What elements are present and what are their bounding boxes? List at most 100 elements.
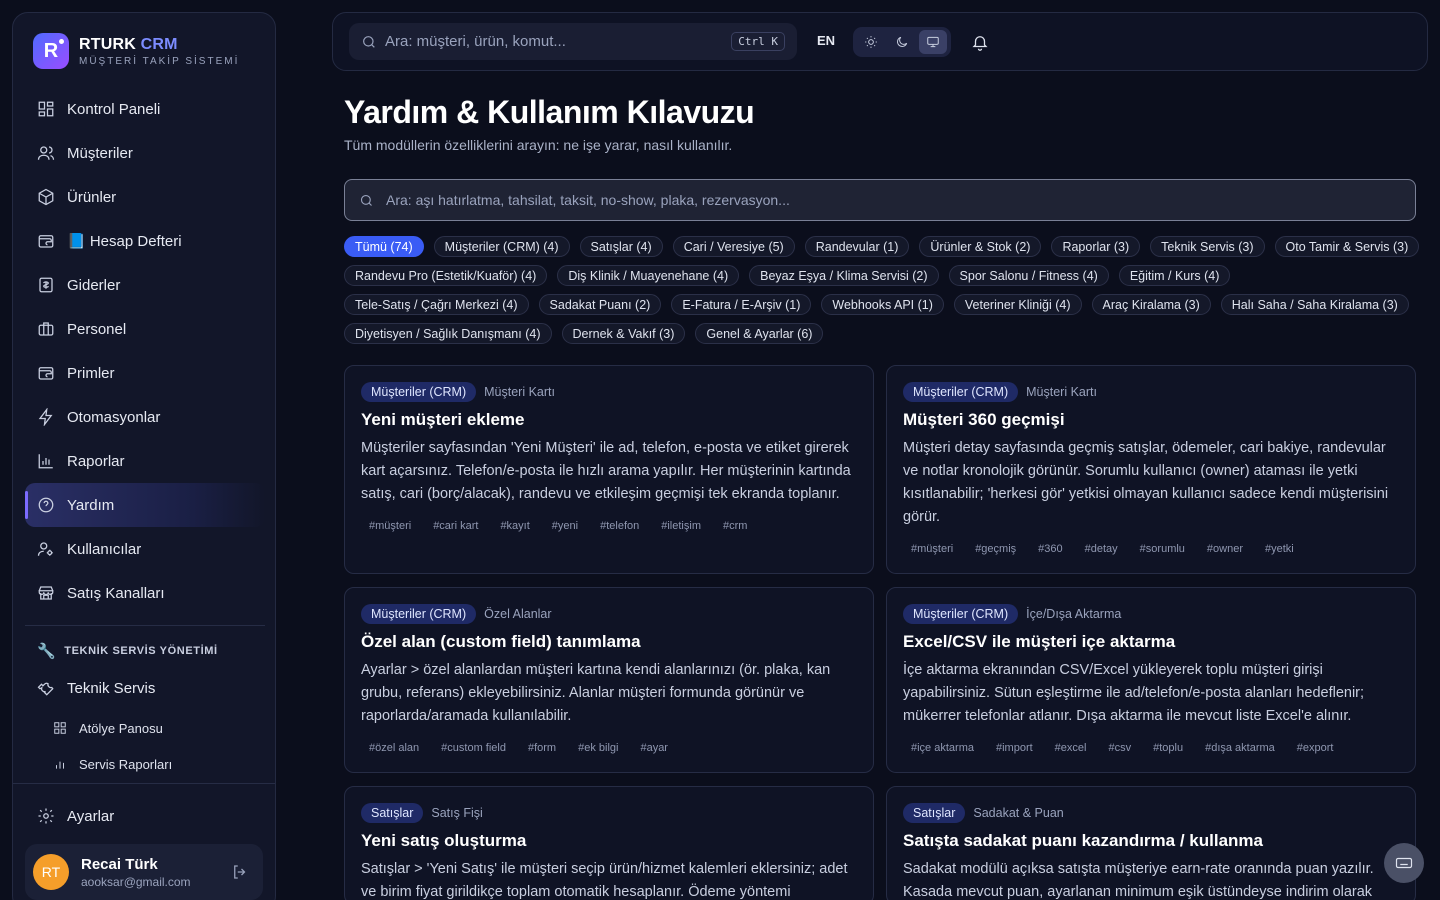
search-icon [360,194,372,206]
wrench-icon: 🔧 [37,643,57,660]
sidebar-item-bonuses[interactable]: Primler [25,351,265,395]
bell-icon[interactable] [971,33,989,51]
card-description: Müşteriler sayfasından 'Yeni Müşteri' il… [361,440,851,502]
filter-chip[interactable]: Teknik Servis (3) [1150,236,1265,257]
avatar: RT [33,854,69,890]
filter-chip[interactable]: Ürünler & Stok (2) [919,236,1042,257]
filter-chip[interactable]: Diş Klinik / Muayenehane (4) [557,265,740,286]
card-subcategory: Satış Fişi [431,806,483,820]
monitor-icon [926,36,939,48]
sidebar-item-technical-service[interactable]: Teknik Servis [25,666,265,710]
sidebar: R RTURK CRM MÜŞTERİ TAKİP SİSTEMİ Kontro… [12,12,276,900]
category-badge: Müşteriler (CRM) [361,604,477,624]
sidebar-item-staff[interactable]: Personel [25,307,265,351]
sidebar-item-expenses[interactable]: Giderler [25,263,265,307]
filter-chip[interactable]: Dernek & Vakıf (3) [561,323,686,344]
tag: #detay [1084,543,1118,555]
tag: #excel [1054,742,1087,754]
filter-chip[interactable]: Beyaz Eşya / Klima Servisi (2) [749,265,939,286]
tag: #toplu [1153,742,1184,754]
theme-light-button[interactable] [857,30,885,54]
tag: #iletişim [661,520,701,532]
language-toggle[interactable]: EN [817,33,835,48]
sidebar-item-sales-channels[interactable]: Satış Kanalları [25,571,265,615]
help-card[interactable]: Müşteriler (CRM) İçe/Dışa Aktarma Excel/… [886,587,1416,773]
tag: #sorumlu [1139,543,1185,555]
filter-chip[interactable]: Spor Salonu / Fitness (4) [948,265,1109,286]
filter-chip[interactable]: Diyetisyen / Sağlık Danışmanı (4) [344,323,552,344]
filter-chip[interactable]: Randevular (1) [804,236,910,257]
filter-chip[interactable]: Oto Tamir & Servis (3) [1274,236,1420,257]
filter-chip[interactable]: Sadakat Puanı (2) [538,294,662,315]
page-subtitle: Tüm modüllerin özelliklerini arayın: ne … [344,137,733,153]
sidebar-item-customers[interactable]: Müşteriler [25,131,265,175]
sidebar-item-ledger[interactable]: 📘 Hesap Defteri [25,219,265,263]
filter-chip[interactable]: Halı Saha / Saha Kiralama (3) [1220,294,1409,315]
filter-chip[interactable]: Araç Kiralama (3) [1091,294,1211,315]
wallet-icon [38,235,54,248]
global-search[interactable]: Ctrl K [349,23,797,60]
filter-chip[interactable]: Webhooks API (1) [821,294,944,315]
dashboard-icon [38,101,54,117]
filter-chip[interactable]: Müşteriler (CRM) (4) [433,236,570,257]
keyboard-shortcuts-button[interactable] [1384,843,1424,883]
help-card[interactable]: Müşteriler (CRM) Özel Alanlar Özel alan … [344,587,874,773]
filter-chip[interactable]: Eğitim / Kurs (4) [1118,265,1231,286]
filter-chip[interactable]: E-Fatura / E-Arşiv (1) [671,294,812,315]
brand[interactable]: R RTURK CRM MÜŞTERİ TAKİP SİSTEMİ [33,33,239,69]
category-badge: Satışlar [903,803,966,823]
card-subcategory: Müşteri Kartı [1026,385,1097,399]
sidebar-item-products[interactable]: Ürünler [25,175,265,219]
bar-chart-icon [56,761,64,769]
card-title: Yeni müşteri ekleme [361,410,525,429]
filter-chip[interactable]: Raporlar (3) [1051,236,1141,257]
help-card[interactable]: Satışlar Satış Fişi Yeni satış oluşturma… [344,786,874,900]
category-badge: Müşteriler (CRM) [903,382,1019,402]
brand-name: RTURK CRM [79,35,178,53]
chart-icon [38,454,53,469]
filter-chip[interactable]: Tele-Satış / Çağrı Merkezi (4) [344,294,529,315]
help-icon [38,497,54,513]
filter-chip[interactable]: Genel & Ayarlar (6) [695,323,824,344]
user-card[interactable]: RT Recai Türk aooksar@gmail.com [25,844,263,900]
sidebar-item-settings[interactable]: Ayarlar [25,794,265,838]
tag: #müşteri [369,520,412,532]
filter-chip[interactable]: Cari / Veresiye (5) [672,236,795,257]
wrench-icon [37,682,54,696]
tag: #geçmiş [975,543,1017,555]
store-icon [38,586,54,600]
tag: #müşteri [911,543,954,555]
sidebar-subitem-service-reports[interactable]: Servis Raporları [25,746,265,782]
tag: #içe aktarma [911,742,974,754]
receipt-icon [39,277,53,293]
page-title: Yardım & Kullanım Kılavuzu [344,94,755,130]
sidebar-item-dashboard[interactable]: Kontrol Paneli [25,87,265,131]
filter-chip[interactable]: Satışlar (4) [579,236,663,257]
sidebar-footer: Ayarlar RT Recai Türk aooksar@gmail.com [13,783,275,900]
sidebar-item-users[interactable]: Kullanıcılar [25,527,265,571]
card-description: Ayarlar > özel alanlardan müşteri kartın… [361,662,831,724]
help-card[interactable]: Müşteriler (CRM) Müşteri Kartı Yeni müşt… [344,365,874,574]
global-search-input[interactable] [385,33,732,50]
sidebar-item-help[interactable]: Yardım [25,483,265,527]
help-search-input[interactable] [386,192,1415,208]
filter-chip[interactable]: Veteriner Kliniği (4) [953,294,1082,315]
theme-switcher [853,27,951,57]
sidebar-item-automations[interactable]: Otomasyonlar [25,395,265,439]
category-badge: Müşteriler (CRM) [903,604,1019,624]
brand-logo: R [33,33,69,69]
card-tags: #müşteri #cari kart #kayıt #yeni #telefo… [361,520,857,550]
topbar: Ctrl K EN [332,12,1428,71]
filter-chip[interactable]: Tümü (74) [344,236,424,257]
logout-icon[interactable] [231,863,249,881]
help-card[interactable]: Müşteriler (CRM) Müşteri Kartı Müşteri 3… [886,365,1416,574]
theme-system-button[interactable] [918,30,947,54]
sidebar-subitem-workshop-board[interactable]: Atölye Panosu [25,710,265,746]
tag: #import [995,742,1033,754]
filter-chip[interactable]: Randevu Pro (Estetik/Kuaför) (4) [344,265,548,286]
help-search[interactable] [344,179,1416,221]
help-card[interactable]: Satışlar Sadakat & Puan Satışta sadakat … [886,786,1416,900]
theme-dark-button[interactable] [888,30,916,54]
sidebar-item-reports[interactable]: Raporlar [25,439,265,483]
card-description: Müşteri detay sayfasında geçmiş satışlar… [903,440,1389,525]
